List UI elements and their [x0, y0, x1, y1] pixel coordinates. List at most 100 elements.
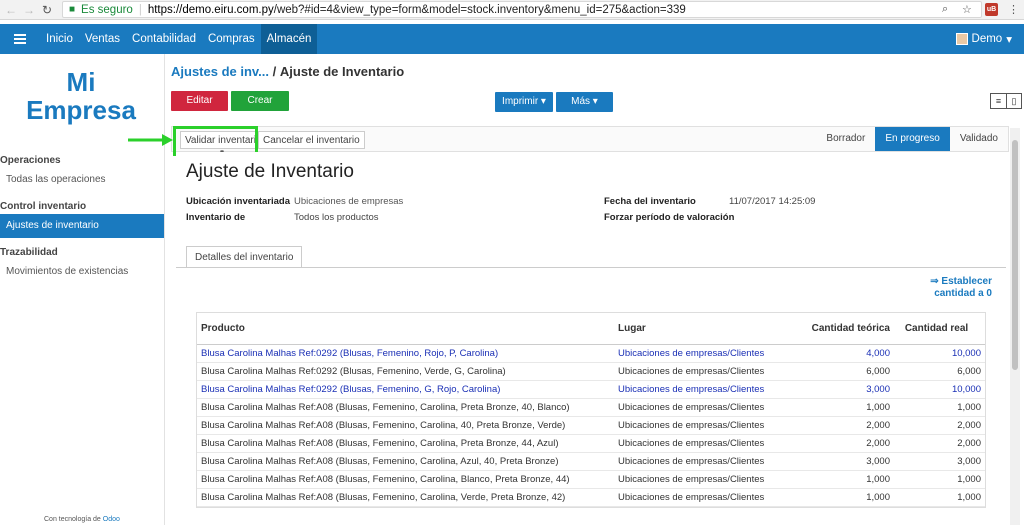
table-row[interactable]: Blusa Carolina Malhas Ref:0292 (Blusas, … [197, 363, 985, 381]
breadcrumb-parent[interactable]: Ajustes de inv... [171, 64, 269, 79]
set-quantity-zero-link[interactable]: ⇒ Establecer cantidad a 0 [930, 276, 992, 300]
secure-label: Es seguro [81, 3, 133, 16]
table-row[interactable]: Blusa Carolina Malhas Ref:A08 (Blusas, F… [197, 453, 985, 471]
table-row[interactable]: Blusa Carolina Malhas Ref:0292 (Blusas, … [197, 345, 985, 363]
row-product: Blusa Carolina Malhas Ref:A08 (Blusas, F… [201, 402, 570, 413]
tab-inventory-details[interactable]: Detalles del inventario [186, 246, 303, 268]
browser-menu-icon[interactable]: ⋮ [1008, 3, 1019, 16]
extension-icon[interactable]: uB [985, 3, 998, 16]
chevron-down-icon: ▾ [1006, 34, 1012, 46]
row-place: Ubicaciones de empresas/Clientes [618, 384, 765, 395]
menu-contabilidad[interactable]: Contabilidad [126, 24, 202, 54]
header-real-qty[interactable]: Cantidad real [892, 313, 985, 344]
hamburger-menu-icon[interactable] [14, 34, 26, 44]
inventory-lines-table: Producto Lugar Cantidad teórica Cantidad… [196, 312, 986, 508]
lock-icon: ■ [69, 4, 76, 15]
table-row[interactable]: Blusa Carolina Malhas Ref:A08 (Blusas, F… [197, 417, 985, 435]
menu-inicio[interactable]: Inicio [40, 24, 79, 54]
sidebar-item-all-operations[interactable]: Todas las operaciones [0, 168, 164, 192]
row-theoretical-qty: 2,000 [866, 420, 890, 431]
inventory-of-label: Inventario de [186, 212, 246, 223]
row-real-qty: 2,000 [957, 420, 981, 431]
row-real-qty: 10,000 [951, 348, 981, 359]
forward-icon[interactable]: → [22, 3, 36, 17]
row-real-qty: 2,000 [957, 438, 981, 449]
scrollbar-thumb[interactable] [1012, 140, 1018, 370]
status-stages: Borrador En progreso Validado [816, 127, 1008, 151]
row-product: Blusa Carolina Malhas Ref:0292 (Blusas, … [201, 366, 506, 377]
location-label: Ubicación inventariada [186, 196, 291, 207]
form-view-icon[interactable]: ▯ [1005, 94, 1021, 108]
more-button[interactable]: Más ▾ [556, 92, 613, 112]
row-real-qty: 6,000 [957, 366, 981, 377]
row-place: Ubicaciones de empresas/Clientes [618, 420, 765, 431]
view-switcher: ≡ ▯ [990, 93, 1022, 109]
table-row[interactable]: Blusa Carolina Malhas Ref:A08 (Blusas, F… [197, 489, 985, 507]
reload-icon[interactable]: ↻ [40, 3, 54, 17]
row-real-qty: 10,000 [951, 384, 981, 395]
create-button[interactable]: Crear [231, 91, 289, 111]
row-product: Blusa Carolina Malhas Ref:A08 (Blusas, F… [201, 420, 566, 431]
row-product: Blusa Carolina Malhas Ref:A08 (Blusas, F… [201, 438, 559, 449]
print-button[interactable]: Imprimir ▾ [495, 92, 553, 112]
bookmark-star-icon[interactable]: ☆ [962, 3, 972, 16]
menu-almacen[interactable]: Almacén [260, 24, 318, 54]
top-navbar: Inicio Ventas Contabilidad Compras Almac… [0, 24, 1024, 54]
date-label: Fecha del inventario [604, 196, 696, 207]
table-row[interactable]: Blusa Carolina Malhas Ref:A08 (Blusas, F… [197, 471, 985, 489]
row-place: Ubicaciones de empresas/Clientes [618, 402, 765, 413]
cancel-inventory-button[interactable]: Cancelar el inventario [258, 131, 365, 149]
odoo-link[interactable]: Odoo [103, 516, 120, 523]
table-row[interactable]: Blusa Carolina Malhas Ref:0292 (Blusas, … [197, 381, 985, 399]
row-real-qty: 1,000 [957, 474, 981, 485]
header-theoretical-qty[interactable]: Cantidad teórica [791, 313, 892, 344]
url-text: https://demo.eiru.com.py/web?#id=4&view_… [147, 3, 686, 16]
row-place: Ubicaciones de empresas/Clientes [618, 492, 765, 503]
browser-toolbar: ← → ↻ ■ Es seguro | https://demo.eiru.co… [0, 0, 1024, 20]
breadcrumb-separator: / [272, 64, 277, 79]
user-menu[interactable]: Demo ▾ [955, 32, 1012, 46]
edit-button[interactable]: Editar [171, 91, 228, 111]
header-place[interactable]: Lugar [618, 313, 791, 344]
sidebar-section-traceability: Trazabilidad [0, 247, 58, 258]
green-arrow-icon [128, 134, 173, 146]
date-value: 11/07/2017 14:25:09 [729, 196, 816, 207]
row-place: Ubicaciones de empresas/Clientes [618, 456, 765, 467]
table-header: Producto Lugar Cantidad teórica Cantidad… [197, 313, 985, 345]
stage-in-progress[interactable]: En progreso [875, 127, 950, 151]
menu-compras[interactable]: Compras [202, 24, 261, 54]
url-separator: | [138, 3, 142, 16]
row-theoretical-qty: 6,000 [866, 366, 890, 377]
powered-by: Con tecnología de Odoo [44, 516, 120, 523]
stage-draft[interactable]: Borrador [816, 127, 875, 151]
row-place: Ubicaciones de empresas/Clientes [618, 348, 765, 359]
table-row[interactable]: Blusa Carolina Malhas Ref:A08 (Blusas, F… [197, 435, 985, 453]
row-real-qty: 1,000 [957, 402, 981, 413]
location-value[interactable]: Ubicaciones de empresas [294, 196, 403, 207]
row-place: Ubicaciones de empresas/Clientes [618, 366, 765, 377]
form-statusbar: Validar inventario Cancelar el inventari… [171, 126, 1009, 152]
sidebar-item-inventory-adjustments[interactable]: Ajustes de inventario [0, 214, 164, 238]
row-place: Ubicaciones de empresas/Clientes [618, 438, 765, 449]
header-product[interactable]: Producto [197, 313, 618, 344]
table-row[interactable]: Blusa Carolina Malhas Ref:A08 (Blusas, F… [197, 399, 985, 417]
row-product: Blusa Carolina Malhas Ref:A08 (Blusas, F… [201, 474, 570, 485]
breadcrumb: Ajustes de inv... / Ajuste de Inventario [171, 64, 404, 79]
zoom-icon[interactable]: ⌕ [942, 3, 948, 16]
sidebar-section-operaciones: Operaciones [0, 155, 61, 166]
back-icon[interactable]: ← [4, 3, 18, 17]
row-theoretical-qty: 3,000 [866, 384, 890, 395]
sidebar-item-stock-moves[interactable]: Movimientos de existencias [0, 260, 164, 284]
row-theoretical-qty: 4,000 [866, 348, 890, 359]
form-title: Ajuste de Inventario [186, 161, 354, 182]
scrollbar[interactable] [1010, 128, 1020, 525]
menu-ventas[interactable]: Ventas [79, 24, 126, 54]
company-logo[interactable]: Mi Empresa [22, 68, 140, 124]
row-theoretical-qty: 3,000 [866, 456, 890, 467]
list-view-icon[interactable]: ≡ [991, 94, 1006, 108]
address-bar[interactable]: ■ Es seguro | https://demo.eiru.com.py/w… [62, 1, 982, 18]
force-period-label: Forzar período de valoración [604, 212, 735, 223]
stage-validated[interactable]: Validado [950, 127, 1008, 151]
row-real-qty: 3,000 [957, 456, 981, 467]
row-theoretical-qty: 1,000 [866, 402, 890, 413]
